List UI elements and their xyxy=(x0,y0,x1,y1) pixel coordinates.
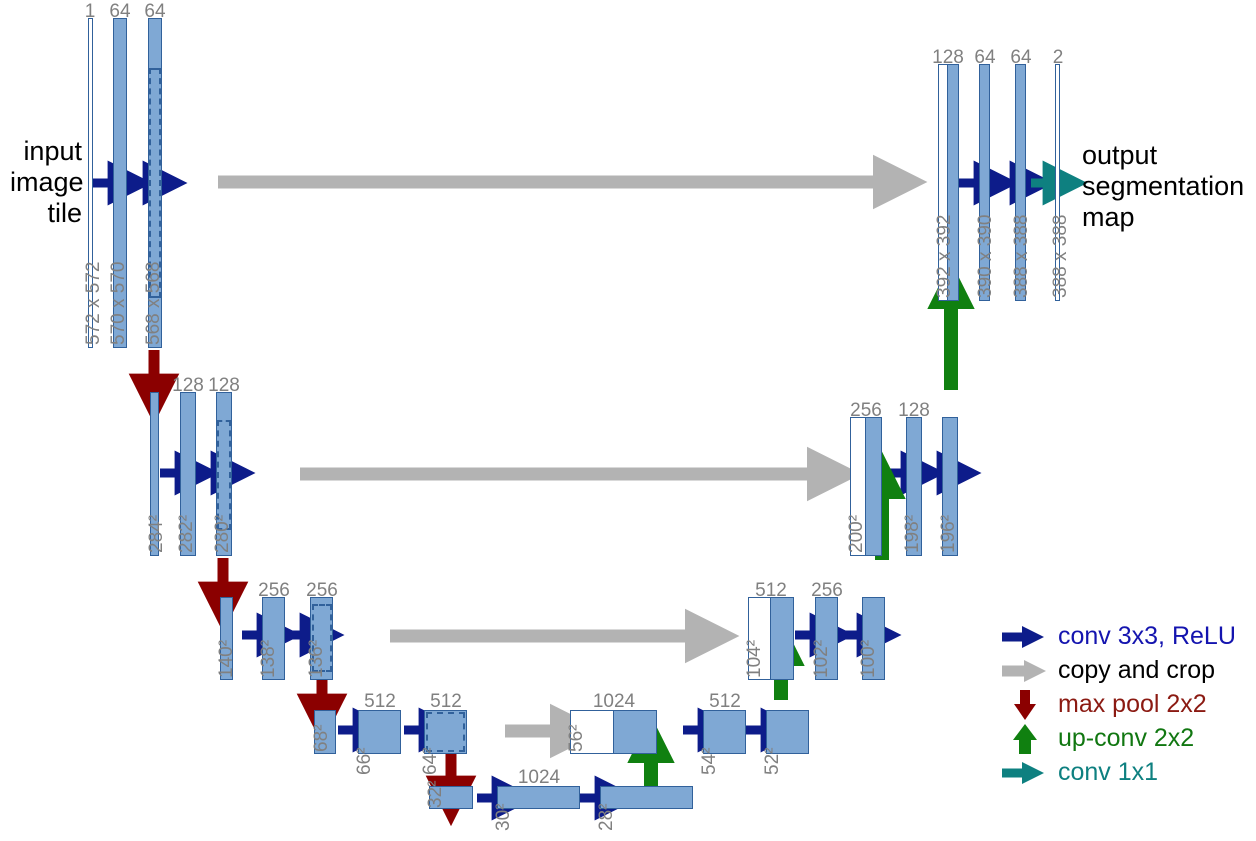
resolution-label-d4-1: 54² xyxy=(699,747,720,775)
channel-label-e3-2: 256 xyxy=(306,580,338,601)
legend-label-copy-crop: copy and crop xyxy=(1058,656,1216,684)
channel-label-d1-1: 64 xyxy=(974,47,996,68)
resolution-label-d3-0: 104² xyxy=(744,639,765,678)
channel-label-d3-1: 256 xyxy=(811,580,843,601)
legend-label-upconv: up-conv 2x2 xyxy=(1058,724,1195,752)
resolution-label-e2-0: 284² xyxy=(146,514,167,553)
resolution-label-e2-2: 280² xyxy=(212,514,233,553)
channel-label-d2-1: 128 xyxy=(898,400,930,421)
resolution-label-bn-1: 30² xyxy=(493,803,514,831)
resolution-label-e2-1: 282² xyxy=(176,514,197,553)
channel-label-d1-0: 128 xyxy=(932,47,964,68)
resolution-label-d4-2: 52² xyxy=(762,747,783,775)
resolution-label-d2-2: 196² xyxy=(938,514,959,553)
resolution-label-e4-0: 68² xyxy=(311,724,332,752)
channel-label-e1-1: 64 xyxy=(109,1,131,22)
resolution-label-d1-3: 388 x 388 xyxy=(1050,214,1071,298)
resolution-label-bn-0: 32² xyxy=(425,780,446,808)
resolution-label-e3-2: 136² xyxy=(306,639,327,678)
arrow-down-icon xyxy=(1014,690,1036,720)
channel-label-d1-2: 64 xyxy=(1010,47,1032,68)
channel-label-d3-0: 512 xyxy=(755,580,787,601)
concat-upsampled-part-d3 xyxy=(770,598,793,679)
resolution-label-d1-0: 392 x 392 xyxy=(934,214,955,298)
legend-label-conv1x1: conv 1x1 xyxy=(1058,758,1159,786)
resolution-label-d2-1: 198² xyxy=(902,514,923,553)
legend-label-conv3x3: conv 3x3, ReLU xyxy=(1058,622,1236,650)
resolution-label-e3-1: 138² xyxy=(258,639,279,678)
resolution-label-d1-2: 388 x 388 xyxy=(1011,214,1032,298)
channel-label-d2-0: 256 xyxy=(850,400,882,421)
resolution-label-e1-1: 570 x 570 xyxy=(108,261,129,345)
unet-diagram: 1 572 x 572 64 570 x 570 64 568 x 568 28… xyxy=(0,0,1256,841)
resolution-label-e4-1: 66² xyxy=(354,747,375,775)
channel-label-e2-1: 128 xyxy=(172,375,204,396)
channel-label-d4-0: 1024 xyxy=(592,691,636,712)
concat-upsampled-part-d4 xyxy=(613,711,656,753)
maxpool-arrow-group xyxy=(128,350,477,827)
legend-label-maxpool: max pool 2x2 xyxy=(1058,690,1207,718)
arrow-right-icon xyxy=(1002,626,1044,648)
resolution-label-e1-0: 572 x 572 xyxy=(83,261,104,345)
resolution-label-d1-1: 390 x 390 xyxy=(975,214,996,298)
channel-label-e4-2: 512 xyxy=(430,691,462,712)
channel-label-d4-1: 512 xyxy=(709,691,741,712)
channel-label-e4-1: 512 xyxy=(364,691,396,712)
resolution-label-e1-2: 568 x 568 xyxy=(143,261,164,345)
resolution-label-d4-0: 56² xyxy=(566,724,587,752)
resolution-label-e4-2: 64² xyxy=(420,747,441,775)
channel-label-d1-3: 2 xyxy=(1052,47,1064,68)
channel-label-e2-2: 128 xyxy=(208,375,240,396)
crop-region-e2 xyxy=(217,420,231,530)
resolution-label-bn-2: 28² xyxy=(596,803,617,831)
arrow-right-icon xyxy=(1002,660,1046,682)
channel-label-e1-0: 1 xyxy=(84,1,96,22)
resolution-label-d3-2: 100² xyxy=(858,639,879,678)
channel-label-e1-2: 64 xyxy=(144,1,166,22)
concat-upsampled-part-d2 xyxy=(865,418,881,555)
resolution-label-d2-0: 200² xyxy=(846,514,867,553)
resolution-label-e3-0: 140² xyxy=(216,639,237,678)
arrow-right-icon xyxy=(1002,762,1044,784)
crop-region-e4 xyxy=(426,712,465,752)
resolution-label-d3-1: 102² xyxy=(811,639,832,678)
input-label: input image tile xyxy=(10,136,84,228)
arrow-up-icon xyxy=(1013,724,1037,754)
channel-label-e3-1: 256 xyxy=(258,580,290,601)
channel-label-bn-1: 1024 xyxy=(517,767,561,788)
output-label: output segmentation map xyxy=(1082,140,1245,232)
